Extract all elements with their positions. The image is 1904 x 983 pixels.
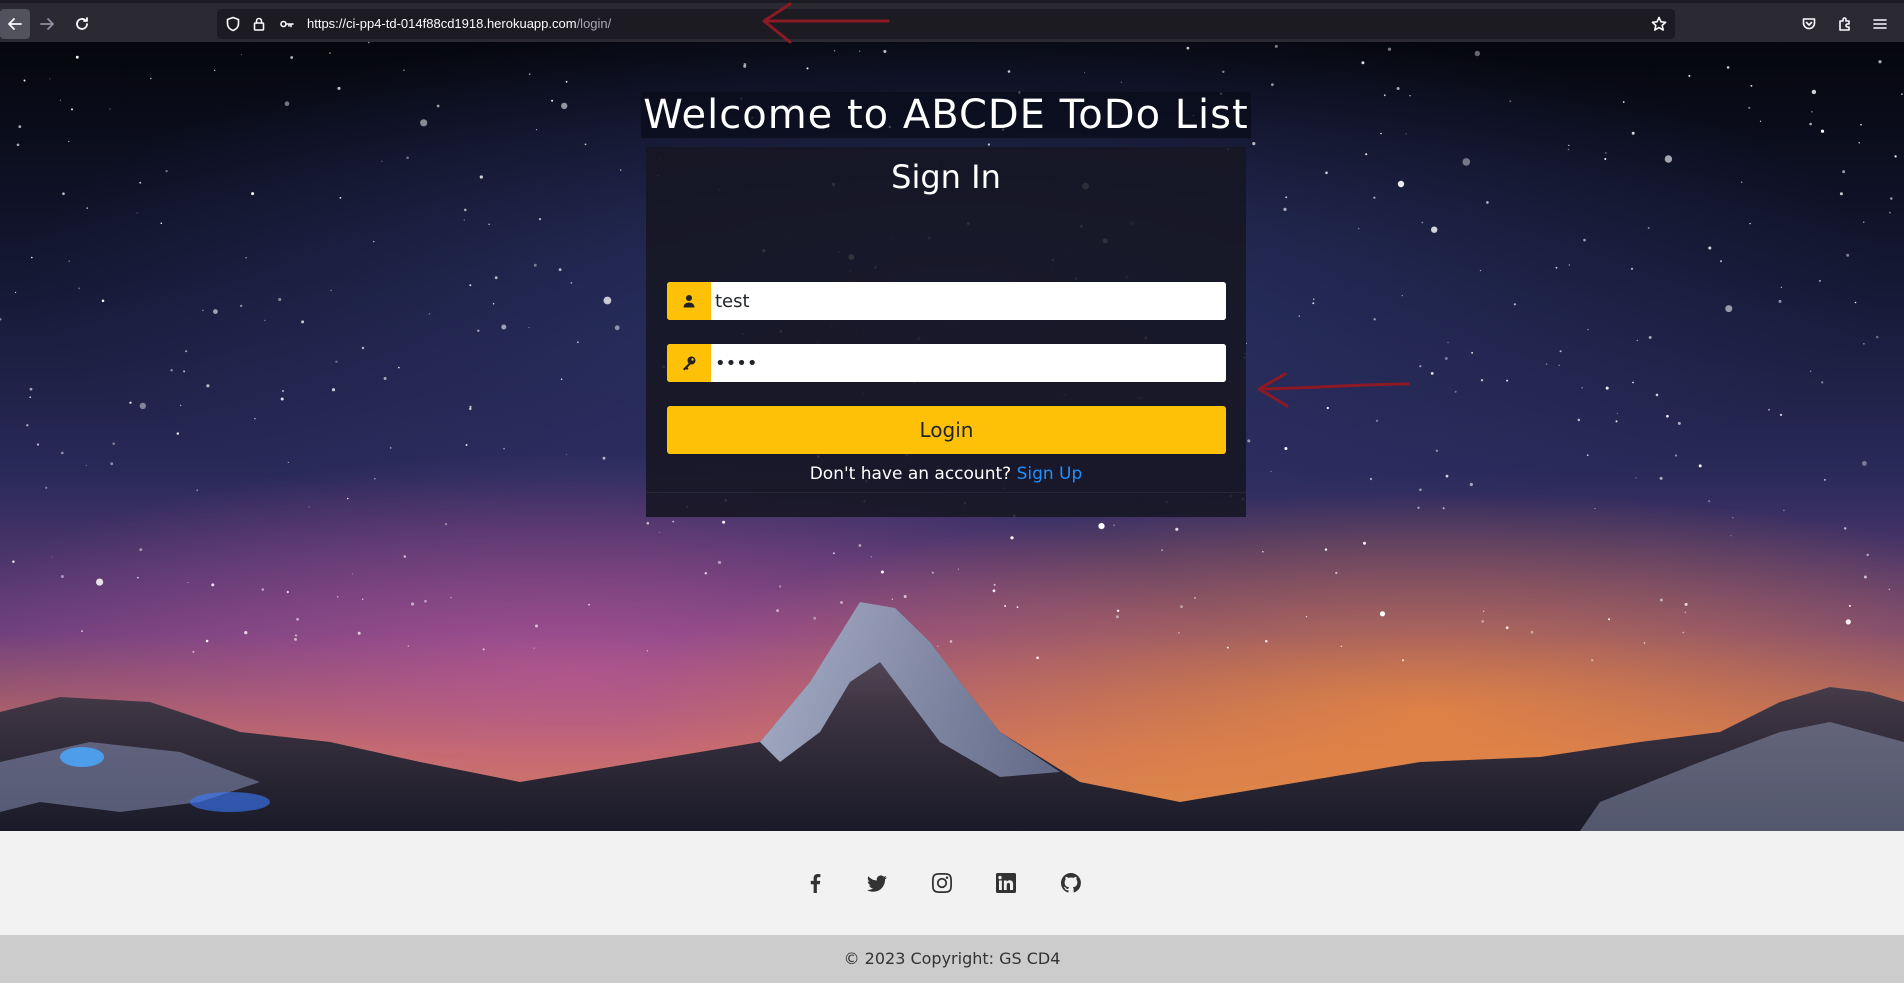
user-icon: [667, 282, 711, 320]
reload-icon: [76, 17, 88, 30]
key-icon[interactable]: [279, 16, 295, 32]
lock-icon[interactable]: [251, 16, 267, 32]
github-icon[interactable]: [1059, 871, 1083, 895]
card-divider: [646, 492, 1246, 493]
signup-prompt-text: Don't have an account?: [809, 464, 1012, 484]
back-button[interactable]: [0, 9, 30, 39]
facebook-icon[interactable]: [803, 871, 827, 895]
pocket-icon[interactable]: [1801, 16, 1817, 32]
extensions-icon[interactable]: [1837, 16, 1853, 32]
forward-button[interactable]: [32, 9, 62, 39]
instagram-icon[interactable]: [930, 871, 954, 895]
linkedin-icon[interactable]: [994, 871, 1018, 895]
annotation-arrow-url: [762, 2, 890, 44]
login-button[interactable]: Login: [667, 406, 1226, 454]
url-bar[interactable]: https://ci-pp4-td-014f88cd1918.herokuapp…: [217, 9, 1675, 39]
url-text[interactable]: https://ci-pp4-td-014f88cd1918.herokuapp…: [307, 16, 611, 31]
key-icon: [667, 344, 711, 382]
sign-in-heading: Sign In: [891, 158, 1001, 196]
welcome-title: Welcome to ABCDE ToDo List: [641, 92, 1251, 138]
password-input[interactable]: [711, 344, 1226, 382]
star-icon[interactable]: [1651, 16, 1667, 32]
username-input[interactable]: [711, 282, 1226, 320]
reload-button[interactable]: [67, 9, 97, 39]
username-field-group: [667, 282, 1226, 320]
copyright-bar: © 2023 Copyright: GS CD4: [0, 935, 1904, 983]
hero-background: Welcome to ABCDE ToDo List Sign In Login…: [0, 42, 1904, 831]
shield-icon[interactable]: [225, 16, 241, 32]
browser-toolbar: https://ci-pp4-td-014f88cd1918.herokuapp…: [0, 0, 1904, 42]
forward-icon: [40, 18, 54, 30]
annotation-arrow-login: [1257, 372, 1410, 408]
password-field-group: [667, 344, 1226, 382]
twitter-icon[interactable]: [865, 871, 889, 895]
menu-icon[interactable]: [1872, 16, 1888, 32]
signup-prompt: Don't have an account? Sign Up: [646, 464, 1246, 484]
login-card: Sign In Login Don't have an account? Sig…: [646, 147, 1246, 517]
sign-up-link[interactable]: Sign Up: [1017, 464, 1083, 484]
back-icon: [8, 18, 22, 30]
footer-social: [0, 831, 1904, 935]
